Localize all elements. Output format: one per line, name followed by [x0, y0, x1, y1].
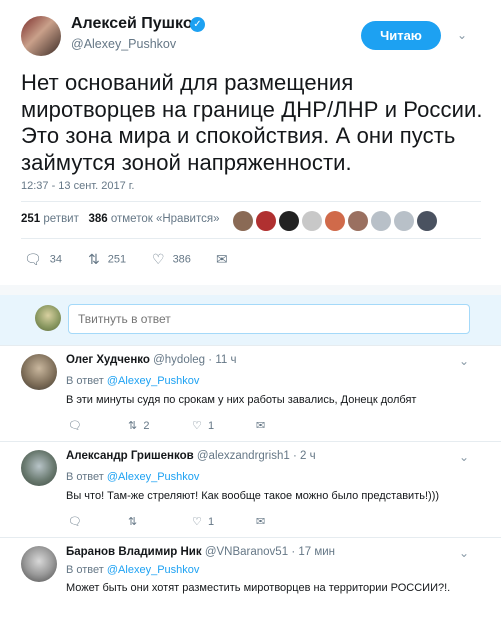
chevron-down-icon[interactable]: ⌄ — [459, 354, 469, 368]
liker-avatar[interactable] — [325, 211, 345, 231]
reply-author-avatar[interactable] — [21, 354, 57, 390]
reply-icon: 🗨 — [68, 516, 82, 528]
tweet-timestamp[interactable]: 12:37 - 13 сент. 2017 г. — [21, 180, 134, 192]
tweet-stats: 251 ретвит 386 отметок «Нравится» — [21, 213, 220, 225]
reply-to-handle-link[interactable]: @Alexey_Pushkov — [107, 564, 200, 576]
reply-text: В эти минуты судя по срокам у них работы… — [66, 394, 417, 406]
reply-tweet[interactable]: Олег Худченко @hydoleg · 11 ч ⌄ В ответ … — [0, 346, 501, 441]
reply-to-handle-link[interactable]: @Alexey_Pushkov — [107, 375, 200, 387]
section-separator — [0, 285, 501, 295]
liker-avatar[interactable] — [302, 211, 322, 231]
direct-message-action[interactable]: ✉ — [256, 419, 265, 432]
reply-icon: 🗨 — [68, 420, 82, 432]
retweet-action[interactable]: ⇅ 2 — [128, 419, 149, 432]
heart-icon: ♡ — [152, 251, 165, 267]
like-label[interactable]: отметок «Нравится» — [111, 213, 220, 225]
reply-icon: 🗨 — [24, 251, 42, 267]
envelope-icon: ✉ — [256, 516, 266, 528]
divider — [21, 238, 481, 239]
liker-avatar[interactable] — [371, 211, 391, 231]
reply-author-handle[interactable]: @VNBaranov51 — [205, 546, 288, 558]
chevron-down-icon[interactable]: ⌄ — [459, 546, 469, 560]
liker-avatar[interactable] — [279, 211, 299, 231]
retweet-action-count: 251 — [107, 253, 127, 266]
reply-action[interactable]: 🗨 — [68, 419, 82, 432]
reply-author-handle[interactable]: @hydoleg — [153, 354, 205, 366]
verified-badge-icon: ✓ — [190, 17, 205, 32]
retweet-icon: ⇅ — [128, 420, 138, 432]
retweet-count: 2 — [143, 420, 150, 432]
reply-count: 34 — [49, 253, 63, 266]
like-count[interactable]: 386 — [88, 213, 107, 225]
chevron-down-icon[interactable]: ⌄ — [457, 28, 467, 42]
reply-time[interactable]: 11 ч — [215, 354, 236, 366]
chevron-down-icon[interactable]: ⌄ — [459, 450, 469, 464]
reply-to-line: В ответ @Alexey_Pushkov — [66, 375, 199, 387]
author-avatar[interactable] — [21, 16, 61, 56]
reply-time[interactable]: 2 ч — [300, 450, 316, 462]
reply-author-name[interactable]: Баранов Владимир Ник — [66, 546, 202, 558]
like-action-count: 386 — [172, 253, 191, 266]
reply-text: Вы что! Там-же стреляют! Как вообще тако… — [66, 490, 440, 502]
like-action[interactable]: ♡ 1 — [192, 419, 214, 432]
liker-avatar[interactable] — [417, 211, 437, 231]
retweet-action[interactable]: ⇅ 251 — [88, 251, 126, 268]
reply-author-handle[interactable]: @alexzandrgrish1 — [197, 450, 290, 462]
like-count: 1 — [208, 420, 215, 432]
reply-author-avatar[interactable] — [21, 546, 57, 582]
liker-avatar[interactable] — [394, 211, 414, 231]
reply-to-handle-link[interactable]: @Alexey_Pushkov — [107, 471, 200, 483]
reply-to-prefix: В ответ — [66, 564, 104, 576]
reply-to-prefix: В ответ — [66, 471, 104, 483]
liker-avatar[interactable] — [233, 211, 253, 231]
tweet-text: Нет оснований для размещения миротворцев… — [21, 70, 483, 175]
envelope-icon: ✉ — [256, 420, 266, 432]
reply-text: Может быть они хотят разместить миротвор… — [66, 582, 451, 594]
reply-tweet[interactable]: Баранов Владимир Ник @VNBaranov51 · 17 м… — [0, 538, 501, 620]
retweet-action[interactable]: ⇅ — [128, 515, 137, 528]
author-handle[interactable]: @Alexey_Pushkov — [71, 37, 176, 51]
user-avatar — [35, 305, 61, 331]
liker-avatar[interactable] — [256, 211, 276, 231]
reply-tweet[interactable]: Александр Гришенков @alexzandrgrish1 · 2… — [0, 442, 501, 537]
following-button[interactable]: Читаю — [361, 21, 441, 50]
reply-author[interactable]: Олег Худченко @hydoleg · 11 ч — [66, 354, 236, 366]
reply-author-name[interactable]: Александр Гришенков — [66, 450, 194, 462]
retweet-icon: ⇅ — [88, 251, 100, 267]
reply-time[interactable]: 17 мин — [298, 546, 335, 558]
like-action[interactable]: ♡ 386 — [152, 251, 191, 268]
retweet-icon: ⇅ — [128, 516, 138, 528]
reply-author[interactable]: Баранов Владимир Ник @VNBaranov51 · 17 м… — [66, 546, 335, 558]
like-count: 1 — [208, 516, 215, 528]
retweet-label[interactable]: ретвит — [43, 213, 78, 225]
reply-action[interactable]: 🗨 — [68, 515, 82, 528]
heart-icon: ♡ — [192, 516, 202, 528]
divider — [21, 201, 481, 202]
retweet-count[interactable]: 251 — [21, 213, 40, 225]
reply-author[interactable]: Александр Гришенков @alexzandrgrish1 · 2… — [66, 450, 316, 462]
author-name[interactable]: Алексей Пушков — [71, 15, 202, 33]
reply-action[interactable]: 🗨 34 — [24, 251, 62, 268]
heart-icon: ♡ — [192, 420, 202, 432]
direct-message-action[interactable]: ✉ — [256, 515, 265, 528]
reply-author-avatar[interactable] — [21, 450, 57, 486]
reply-to-prefix: В ответ — [66, 375, 104, 387]
reply-author-name[interactable]: Олег Худченко — [66, 354, 150, 366]
reply-to-line: В ответ @Alexey_Pushkov — [66, 471, 199, 483]
like-action[interactable]: ♡ 1 — [192, 515, 214, 528]
liker-avatar[interactable] — [348, 211, 368, 231]
direct-message-action[interactable]: ✉ — [216, 251, 236, 268]
reply-to-line: В ответ @Alexey_Pushkov — [66, 564, 199, 576]
envelope-icon: ✉ — [216, 251, 228, 267]
reply-input[interactable] — [68, 304, 470, 334]
